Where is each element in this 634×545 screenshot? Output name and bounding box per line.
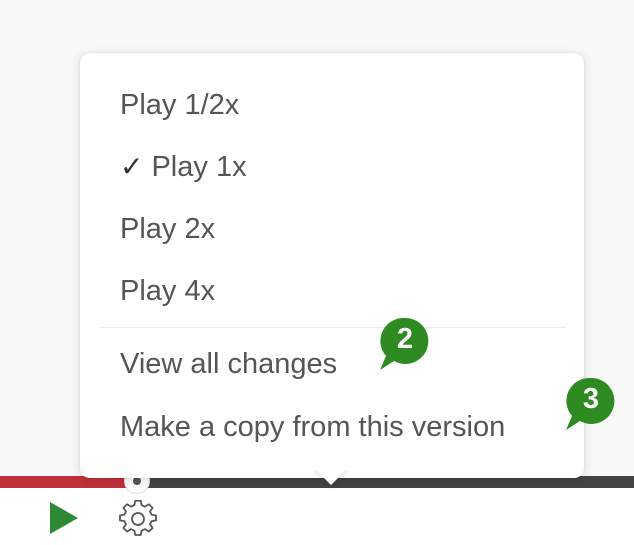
menu-item-label: View all changes	[120, 348, 338, 380]
menu-item-make-copy-from-version[interactable]: Make a copy from this version	[120, 407, 505, 447]
menu-item-label: Play 4x	[120, 275, 216, 307]
menu-pointer-arrow	[312, 470, 352, 490]
menu-item-play-4x-speed[interactable]: Play 4x	[120, 271, 215, 311]
playback-settings-menu: Play 1/2x ✓ Play 1x Play 2x Play 4x View …	[80, 53, 584, 478]
settings-button[interactable]	[116, 497, 160, 541]
check-icon: ✓	[120, 151, 144, 182]
menu-item-play-half-speed[interactable]: Play 1/2x	[120, 85, 239, 125]
callout-badge-2: 2	[380, 316, 430, 370]
menu-item-label: Play 1x	[151, 151, 247, 183]
player-control-bar	[0, 488, 634, 545]
menu-item-view-all-changes[interactable]: View all changes	[120, 344, 337, 384]
menu-item-label: Play 1/2x	[120, 89, 240, 121]
menu-divider	[100, 327, 566, 328]
menu-item-label: Make a copy from this version	[120, 411, 506, 443]
menu-item-play-normal-speed[interactable]: ✓ Play 1x	[120, 147, 247, 187]
play-icon	[50, 502, 78, 534]
callout-number: 2	[396, 322, 414, 355]
play-button[interactable]	[44, 496, 84, 540]
menu-item-play-2x-speed[interactable]: Play 2x	[120, 209, 215, 249]
callout-number: 3	[582, 382, 600, 415]
menu-item-label: Play 2x	[120, 213, 216, 245]
callout-badge-3: 3	[566, 376, 616, 430]
gear-icon	[119, 499, 157, 536]
